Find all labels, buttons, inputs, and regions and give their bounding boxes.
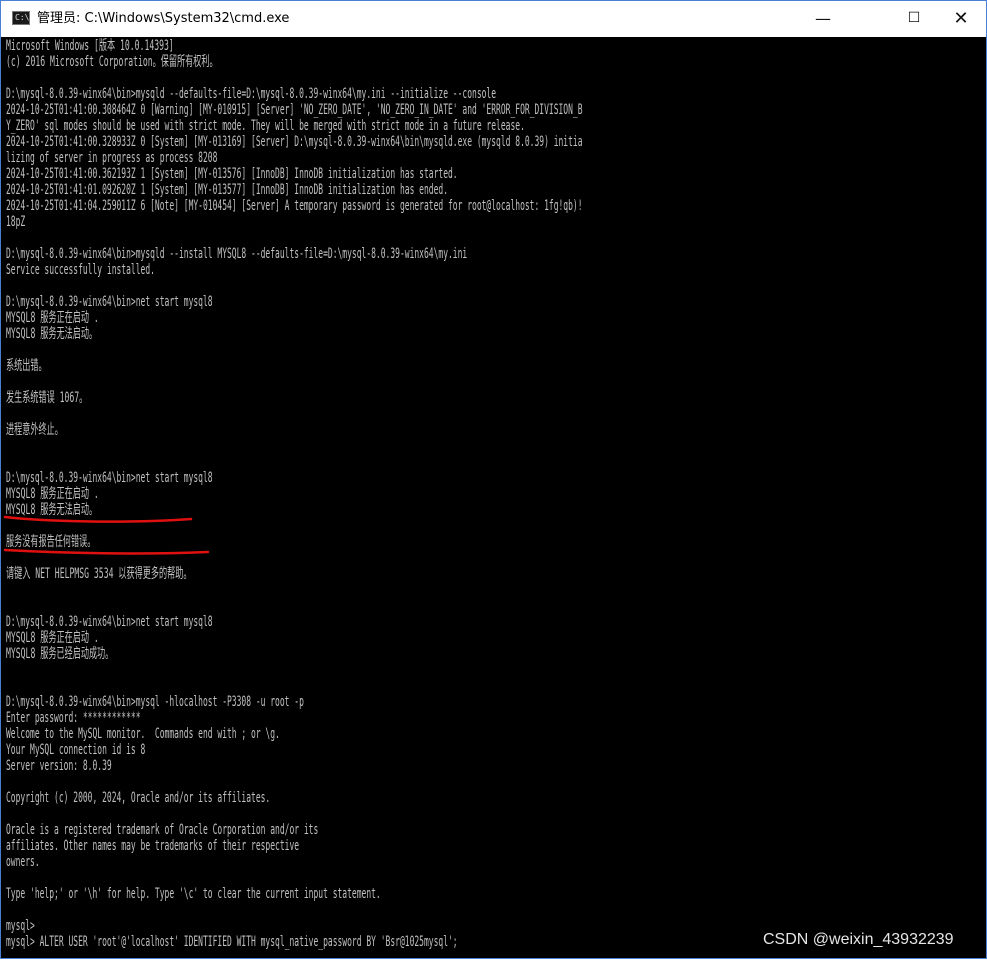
console-line: MYSQL8 服务无法启动。 <box>6 326 98 342</box>
close-button[interactable]: ✕ <box>938 1 984 37</box>
window-title: 管理员: C:\Windows\System32\cmd.exe <box>37 11 290 26</box>
console-line: Enter password: ************ <box>6 710 141 726</box>
cmd-window: C:\ 管理员: C:\Windows\System32\cmd.exe — ☐… <box>0 0 987 959</box>
maximize-button[interactable]: ☐ <box>891 0 937 36</box>
console-line: 2024-10-25T01:41:00.328933Z 0 [System] [… <box>6 134 583 150</box>
minimize-button[interactable]: — <box>800 1 846 37</box>
console-line: owners. <box>6 854 40 870</box>
console-line: 2024-10-25T01:41:01.092620Z 1 [System] [… <box>6 182 449 198</box>
console-line: Service successfully installed. <box>6 262 155 278</box>
console-line: D:\mysql-8.0.39-winx64\bin>net start mys… <box>6 614 213 630</box>
title-bar[interactable]: C:\ 管理员: C:\Windows\System32\cmd.exe — ☐… <box>1 1 986 37</box>
console-line: Server version: 8.0.39 <box>6 758 112 774</box>
console-line: D:\mysql-8.0.39-winx64\bin>net start mys… <box>6 470 213 486</box>
console-line: 18pZ <box>6 214 26 230</box>
console-line: Copyright (c) 2000, 2024, Oracle and/or … <box>6 790 271 806</box>
console-line: D:\mysql-8.0.39-winx64\bin>mysqld --defa… <box>6 86 497 102</box>
console-line: 请键入 NET HELPMSG 3534 以获得更多的帮助。 <box>6 566 192 582</box>
console-line: mysql> ALTER USER 'root'@'localhost' IDE… <box>6 934 458 950</box>
console-line: D:\mysql-8.0.39-winx64\bin>mysql -hlocal… <box>6 694 304 710</box>
console-line: affiliates. Other names may be trademark… <box>6 838 300 854</box>
console-line: Y_ZERO' sql modes should be used with st… <box>6 118 525 134</box>
console-line: 2024-10-25T01:41:04.259011Z 6 [Note] [MY… <box>6 198 583 214</box>
console-line: MYSQL8 服务无法启动。 <box>6 502 98 518</box>
console-line: 系统出错。 <box>6 358 47 374</box>
console-line: D:\mysql-8.0.39-winx64\bin>mysqld --inst… <box>6 246 468 262</box>
console-line: D:\mysql-8.0.39-winx64\bin>net start mys… <box>6 294 213 310</box>
console-line: mysql> <box>6 918 35 934</box>
console-line: Your MySQL connection id is 8 <box>6 742 146 758</box>
console-line: 进程意外终止。 <box>6 422 63 438</box>
console-line: Microsoft Windows [版本 10.0.14393] <box>6 38 174 54</box>
console-line: MYSQL8 服务正在启动 . <box>6 630 99 646</box>
console-line: 服务没有报告任何错误。 <box>6 534 96 550</box>
console-output[interactable]: Microsoft Windows [版本 10.0.14393] (c) 201… <box>1 37 986 958</box>
csdn-watermark: CSDN @weixin_43932239 <box>763 931 954 948</box>
console-line: Oracle is a registered trademark of Orac… <box>6 822 319 838</box>
console-line: MYSQL8 服务已经启动成功。 <box>6 646 114 662</box>
console-line: Type 'help;' or '\h' for help. Type '\c'… <box>6 886 381 902</box>
console-line: 2024-10-25T01:41:00.362193Z 1 [System] [… <box>6 166 458 182</box>
console-line: MYSQL8 服务正在启动 . <box>6 310 99 326</box>
console-line: (c) 2016 Microsoft Corporation。保留所有权利。 <box>6 54 218 70</box>
console-line: MYSQL8 服务正在启动 . <box>6 486 99 502</box>
cmd-icon[interactable]: C:\ <box>12 11 30 25</box>
console-line: 2024-10-25T01:41:00.308464Z 0 [Warning] … <box>6 102 583 118</box>
console-line: Welcome to the MySQL monitor. Commands e… <box>6 726 280 742</box>
console-line: lizing of server in progress as process … <box>6 150 218 166</box>
console-line: 发生系统错误 1067。 <box>6 390 88 406</box>
